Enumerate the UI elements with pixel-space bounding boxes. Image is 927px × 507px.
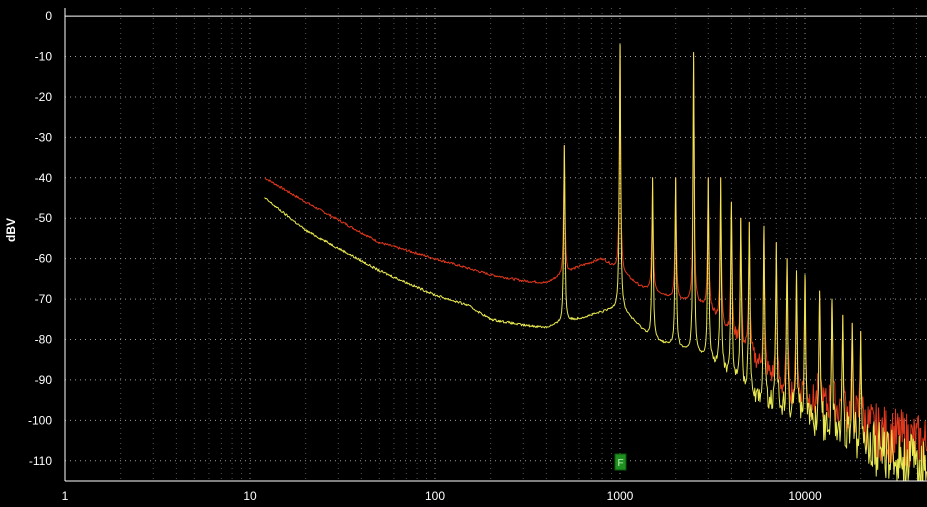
series-layer [264,43,927,482]
y-axis-label: dBV [4,218,18,242]
series-line-yellow [264,43,927,482]
x-tick-label: 10000 [788,489,822,503]
series-line-red [264,43,927,468]
y-tick-label: -10 [35,50,53,64]
x-tick-label: 1000 [607,489,634,503]
y-tick-label: -20 [35,90,53,104]
grid-layer [64,8,927,481]
marker-label: F [617,458,623,469]
x-tick-label: 1 [62,489,69,503]
y-tick-label: 0 [45,9,52,23]
y-tick-label: -110 [29,454,52,468]
y-tick-label: -60 [35,252,53,266]
y-tick-label: -50 [35,211,53,225]
y-tick-label: -80 [35,333,53,347]
y-tick-label: -30 [35,130,53,144]
x-tick-label: 100 [425,489,445,503]
spectrum-chart: 0 -10 -20 -30 -40 -50 -60 -70 -80 -90 -100 -110 1 10 1… [0,0,927,507]
spectrum-plot: 0 -10 -20 -30 -40 -50 -60 -70 -80 -90 -100 -110 1 10 1… [4,8,927,503]
x-tick-label: 10 [243,489,257,503]
y-tick-label: -70 [35,292,53,306]
frequency-marker[interactable]: F [614,453,627,471]
y-tick-label: -40 [35,171,53,185]
y-tick-label: -100 [28,413,52,427]
y-tick-label: -90 [35,373,53,387]
